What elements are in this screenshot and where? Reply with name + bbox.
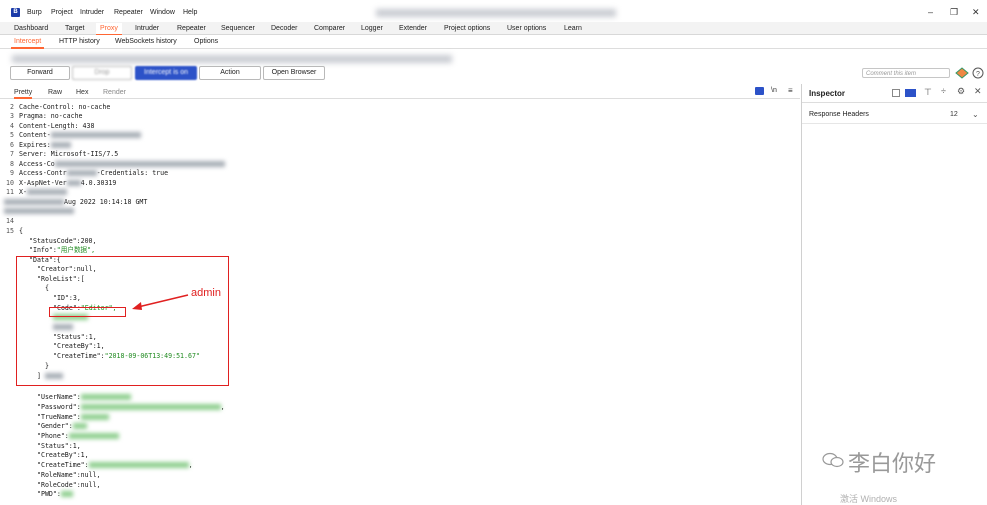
code-line: 6 Expires: [0,141,71,150]
restore-icon[interactable]: ❐ [950,7,958,18]
pane-divider[interactable] [801,84,802,505]
annotation-box-code [49,307,126,317]
close-icon[interactable]: ✕ [972,7,980,18]
editor-menu-icon[interactable]: ≡ [788,86,793,95]
annotation-arrow-icon [132,294,189,310]
tab-user-options[interactable]: User options [503,23,550,34]
code-line: "Gender": [37,422,87,431]
code-line: "UserName": [37,393,131,402]
collapse-icon[interactable]: ÷ [941,86,946,96]
code-line: 11 X- [0,188,67,197]
code-line: 7 Server: Microsoft-IIS/7.5 [10,150,119,158]
tab-project-options[interactable]: Project options [440,23,494,34]
window-title-redacted [376,9,616,17]
editor-tab-hex[interactable]: Hex [76,88,88,97]
burp-logo-icon: B [11,8,20,17]
menu-repeater[interactable]: Repeater [114,9,143,16]
tab-intruder[interactable]: Intruder [131,23,163,34]
response-headers-count: 12 [950,111,958,118]
code-line: 10 X-AspNet-Ver 4.0.30319 [6,179,117,187]
tab-comparer[interactable]: Comparer [310,23,349,34]
code-line: 9 Access-Contr -Credentials: true [10,169,169,177]
subtab-options[interactable]: Options [191,37,221,47]
tab-decoder[interactable]: Decoder [267,23,301,34]
chevron-down-icon[interactable]: ⌄ [972,110,979,119]
action-button[interactable]: Action [199,66,261,80]
tab-logger[interactable]: Logger [357,23,387,34]
comment-input[interactable]: Comment this item [862,68,950,78]
menu-project[interactable]: Project [51,9,73,16]
subtab-http-history[interactable]: HTTP history [56,37,103,47]
subtab-websockets-history[interactable]: WebSockets history [112,37,180,47]
svg-text:?: ? [976,71,980,78]
menu-help[interactable]: Help [183,9,197,16]
tab-sequencer[interactable]: Sequencer [217,23,259,34]
code-line: "Password":, [37,403,225,411]
inspector-title: Inspector [809,89,846,98]
code-line: 15{ [6,227,23,235]
align-icon[interactable]: ⊤ [924,87,932,98]
annotation-label: admin [191,287,221,299]
minimize-icon[interactable]: – [928,7,933,17]
menu-intruder[interactable]: Intruder [80,9,104,16]
close-inspector-icon[interactable]: ✕ [974,86,982,97]
editor-tab-pretty[interactable]: Pretty [14,88,33,99]
layout-active-icon[interactable] [905,89,916,97]
code-line: 8 Access-Co [0,160,225,169]
code-line: "Status":1, [37,442,81,450]
code-line: 4 Content-Length: 438 [10,122,95,130]
tab-learn[interactable]: Learn [560,23,586,34]
code-line: 2 Cache-Control: no-cache [10,103,111,111]
code-line: "Info":"用户数据", [29,246,96,254]
open-browser-button[interactable]: Open Browser [263,66,325,80]
response-headers-label[interactable]: Response Headers [809,111,869,118]
annotation-box-data [16,256,229,386]
menu-window[interactable]: Window [150,9,175,16]
tab-repeater[interactable]: Repeater [173,23,210,34]
code-line: "PWD": [37,490,73,499]
code-line: "StatusCode":200, [29,237,97,245]
forward-button[interactable]: Forward [10,66,70,80]
request-info-redacted [12,55,452,63]
subtab-intercept[interactable]: Intercept [11,37,45,49]
code-line: 3 Pragma: no-cache [10,112,83,120]
help-icon[interactable]: ? [972,67,984,79]
wechat-icon [822,452,844,468]
pretty-print-icon[interactable] [755,87,764,95]
code-line: 14 [6,217,14,225]
code-line [0,207,74,216]
editor-tab-render[interactable]: Render [103,88,126,97]
watermark-text: 李白你好 [848,451,937,476]
code-line: 5 Content- [0,131,141,140]
menu-burp[interactable]: Burp [27,9,42,16]
tab-target[interactable]: Target [61,23,88,34]
code-line: "CreateBy":1, [37,451,89,459]
editor-tab-raw[interactable]: Raw [48,88,62,97]
drop-button[interactable]: Drop [72,66,132,80]
tab-extender[interactable]: Extender [395,23,431,34]
intercept-toggle-button[interactable]: Intercept is on [135,66,197,80]
layout-toggle-icon[interactable] [892,89,900,97]
code-line: "TrueName": [37,413,109,422]
wrap-icon[interactable]: \n [771,87,777,94]
gear-icon[interactable]: ⚙ [957,86,965,97]
activate-windows-text: 激活 Windows [840,494,898,504]
code-line: "RoleName":null, [37,471,101,479]
code-line: Aug 2022 10:14:18 GMT [0,198,147,207]
tab-dashboard[interactable]: Dashboard [10,23,52,34]
code-line: "RoleCode":null, [37,481,101,489]
highlight-icon[interactable] [955,67,969,79]
code-line: "Phone": [37,432,119,441]
code-line: "CreateTime":, [37,461,193,469]
